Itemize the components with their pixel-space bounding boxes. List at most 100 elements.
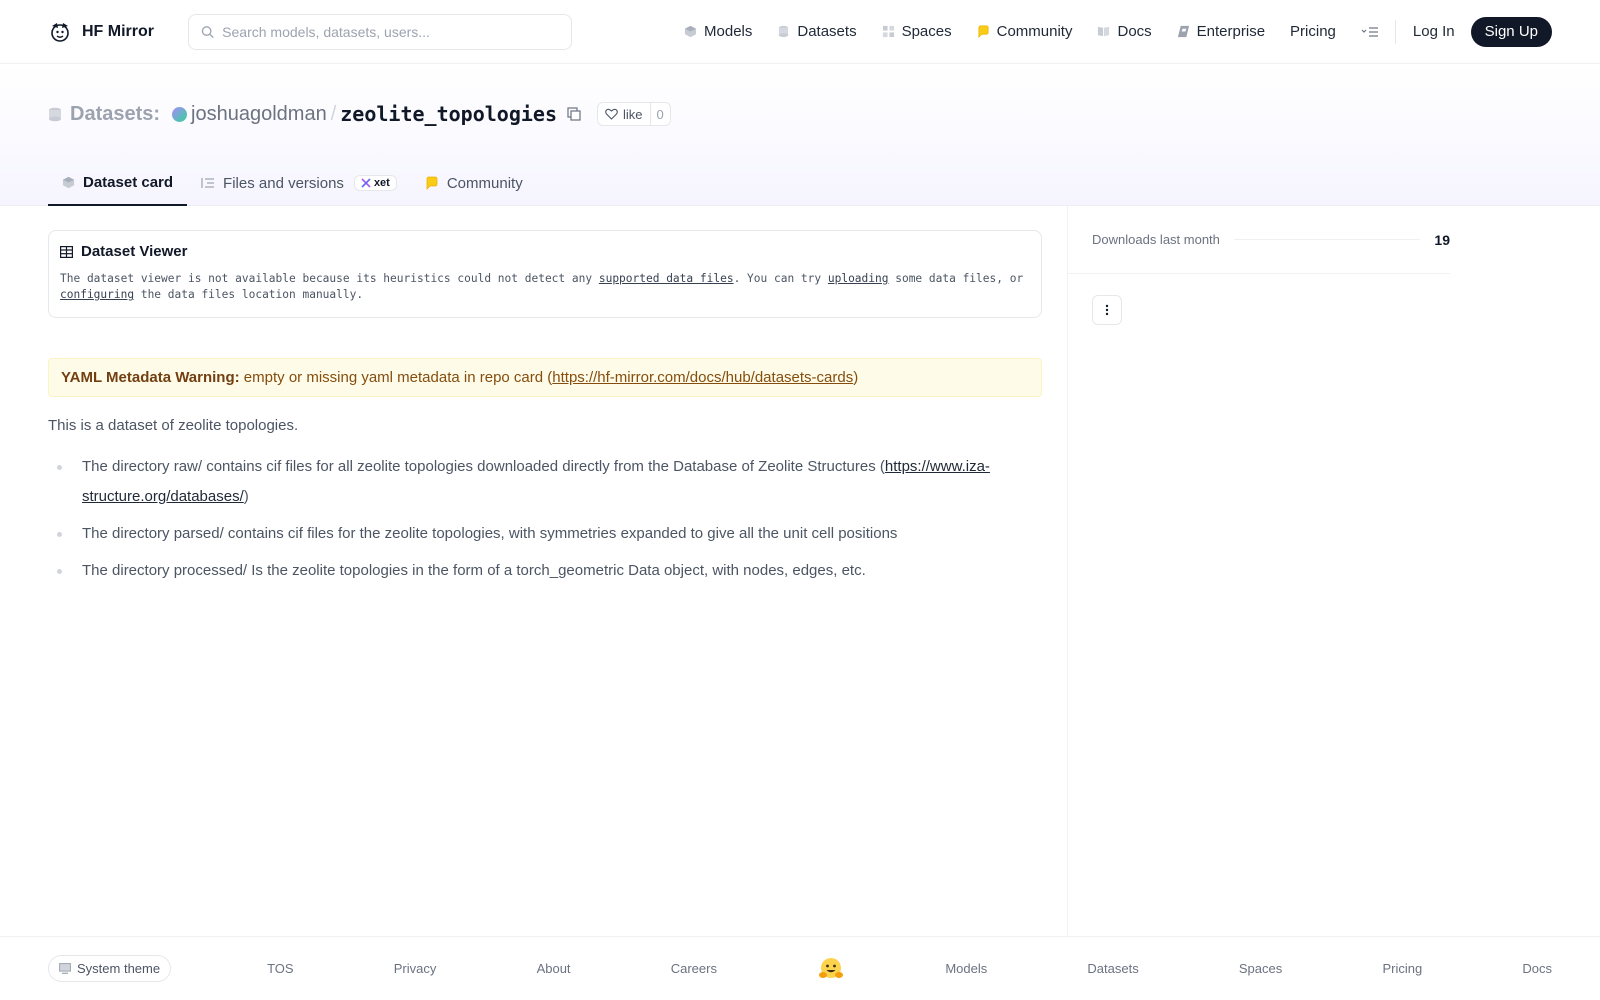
community-chat-icon xyxy=(978,25,989,38)
search-box[interactable] xyxy=(188,13,572,50)
nav-datasets-label: Datasets xyxy=(797,23,857,40)
warning-text: empty or missing yaml metadata in repo c… xyxy=(239,369,553,386)
xet-icon xyxy=(361,178,371,188)
footer-link-pricing[interactable]: Pricing xyxy=(1382,961,1422,976)
files-list-icon xyxy=(201,178,215,188)
nav-community[interactable]: Community xyxy=(977,23,1073,40)
nav-more-menu[interactable] xyxy=(1361,26,1379,38)
viewer-msg-part3: some data files, or xyxy=(888,272,1024,285)
copy-icon[interactable] xyxy=(567,107,581,121)
viewer-msg-part2: . You can try xyxy=(733,272,828,285)
yaml-metadata-warning: YAML Metadata Warning: empty or missing … xyxy=(48,358,1042,397)
models-cube-icon xyxy=(684,25,697,38)
repo-header: Datasets: joshuagoldman / zeolite_topolo… xyxy=(0,64,1600,206)
datasets-cards-docs-link[interactable]: https://hf-mirror.com/docs/hub/datasets-… xyxy=(552,369,853,386)
nav-models[interactable]: Models xyxy=(684,23,752,40)
docs-book-icon xyxy=(1098,26,1110,37)
search-input[interactable] xyxy=(222,23,559,40)
like-button[interactable]: like xyxy=(598,107,650,122)
uploading-link[interactable]: uploading xyxy=(828,272,889,285)
vertical-dots-icon xyxy=(1105,304,1109,316)
top-navigation: HF Mirror Models Datasets Spaces Communi… xyxy=(0,0,1600,64)
list-item: The directory parsed/ contains cif files… xyxy=(48,519,1042,549)
more-menu-icon xyxy=(1361,26,1378,37)
nav-separator xyxy=(1394,19,1396,44)
dataset-viewer-title: Dataset Viewer xyxy=(60,243,1030,260)
footer-link-models[interactable]: Models xyxy=(945,961,987,976)
nav-enterprise-label: Enterprise xyxy=(1196,23,1266,40)
like-count[interactable]: 0 xyxy=(649,103,670,125)
nav-enterprise[interactable]: Enterprise xyxy=(1177,23,1265,40)
repo-type-label: Datasets: xyxy=(70,102,161,125)
repo-tabs: Dataset card Files and versions xet Comm… xyxy=(48,160,537,206)
owner-link[interactable]: joshuagoldman xyxy=(191,103,327,126)
sidebar-menu-button[interactable] xyxy=(1092,295,1122,325)
tab-dataset-card-label: Dataset card xyxy=(83,173,174,191)
bullet1-text: The directory raw/ contains cif files fo… xyxy=(82,458,885,475)
dataset-database-icon xyxy=(49,107,61,121)
list-item: The directory raw/ contains cif files fo… xyxy=(48,452,1042,512)
community-chat-icon xyxy=(426,176,438,190)
nav-pricing-label: Pricing xyxy=(1290,23,1336,40)
footer-link-careers[interactable]: Careers xyxy=(671,961,717,976)
login-link[interactable]: Log In xyxy=(1413,23,1455,40)
repo-name-link[interactable]: zeolite_topologies xyxy=(340,102,557,126)
viewer-msg-part1: The dataset viewer is not available beca… xyxy=(60,272,599,285)
footer-link-about[interactable]: About xyxy=(537,961,571,976)
warning-title: YAML Metadata Warning: xyxy=(61,369,240,386)
spaces-grid-icon xyxy=(882,25,894,38)
configuring-link[interactable]: configuring xyxy=(60,288,134,301)
tab-files-label: Files and versions xyxy=(223,174,344,192)
brand[interactable]: HF Mirror xyxy=(48,20,154,44)
footer: System theme TOS Privacy About Careers M… xyxy=(0,936,1600,1000)
tab-dataset-card[interactable]: Dataset card xyxy=(48,160,188,206)
xet-badge: xet xyxy=(353,175,397,191)
hf-mirror-logo-icon xyxy=(51,22,69,42)
nav-docs-label: Docs xyxy=(1117,23,1152,40)
footer-link-datasets[interactable]: Datasets xyxy=(1087,961,1138,976)
downloads-sparkline xyxy=(1233,239,1421,240)
system-theme-button[interactable]: System theme xyxy=(48,955,172,982)
hugging-face-emoji-icon[interactable] xyxy=(817,956,845,982)
heart-icon xyxy=(605,108,618,120)
dataset-viewer-title-text: Dataset Viewer xyxy=(81,243,188,260)
like-widget: like 0 xyxy=(597,102,671,126)
brand-name: HF Mirror xyxy=(82,22,154,40)
enterprise-icon xyxy=(1177,25,1189,38)
footer-link-spaces[interactable]: Spaces xyxy=(1239,961,1282,976)
tab-community[interactable]: Community xyxy=(411,160,537,206)
sidebar-divider xyxy=(1067,206,1068,936)
dataset-viewer-message: The dataset viewer is not available beca… xyxy=(60,271,1030,303)
signup-button[interactable]: Sign Up xyxy=(1470,16,1552,47)
nav-spaces[interactable]: Spaces xyxy=(882,23,952,40)
footer-links: TOS Privacy About Careers Models Dataset… xyxy=(267,956,1552,982)
nav-community-label: Community xyxy=(996,23,1073,40)
viewer-msg-part4: the data files location manually. xyxy=(134,288,364,301)
datasets-database-icon xyxy=(779,25,789,38)
tab-files-and-versions[interactable]: Files and versions xet xyxy=(187,160,411,206)
table-icon xyxy=(60,245,73,258)
warning-close: ) xyxy=(853,369,859,386)
repo-separator: / xyxy=(330,102,337,125)
dataset-viewer-panel: Dataset Viewer The dataset viewer is not… xyxy=(48,230,1042,318)
downloads-value: 19 xyxy=(1434,231,1450,248)
footer-link-privacy[interactable]: Privacy xyxy=(394,961,437,976)
nav-models-label: Models xyxy=(704,23,753,40)
supported-data-files-link[interactable]: supported data files xyxy=(599,272,734,285)
nav-datasets[interactable]: Datasets xyxy=(777,23,857,40)
card-bullet-list: The directory raw/ contains cif files fo… xyxy=(48,452,1042,586)
nav-links: Models Datasets Spaces Community Docs En… xyxy=(684,16,1552,47)
monitor-icon xyxy=(59,963,71,974)
nav-pricing[interactable]: Pricing xyxy=(1290,23,1336,40)
footer-link-docs[interactable]: Docs xyxy=(1522,961,1552,976)
nav-spaces-label: Spaces xyxy=(901,23,952,40)
system-theme-label: System theme xyxy=(77,961,161,976)
footer-link-tos[interactable]: TOS xyxy=(267,961,294,976)
main-content: Dataset Viewer The dataset viewer is not… xyxy=(48,230,1042,593)
like-label: like xyxy=(623,106,643,122)
dataset-card-cube-icon xyxy=(62,176,75,188)
tab-community-label: Community xyxy=(446,174,523,192)
owner-avatar[interactable] xyxy=(172,106,188,122)
downloads-label: Downloads last month xyxy=(1092,232,1220,247)
nav-docs[interactable]: Docs xyxy=(1097,23,1152,40)
